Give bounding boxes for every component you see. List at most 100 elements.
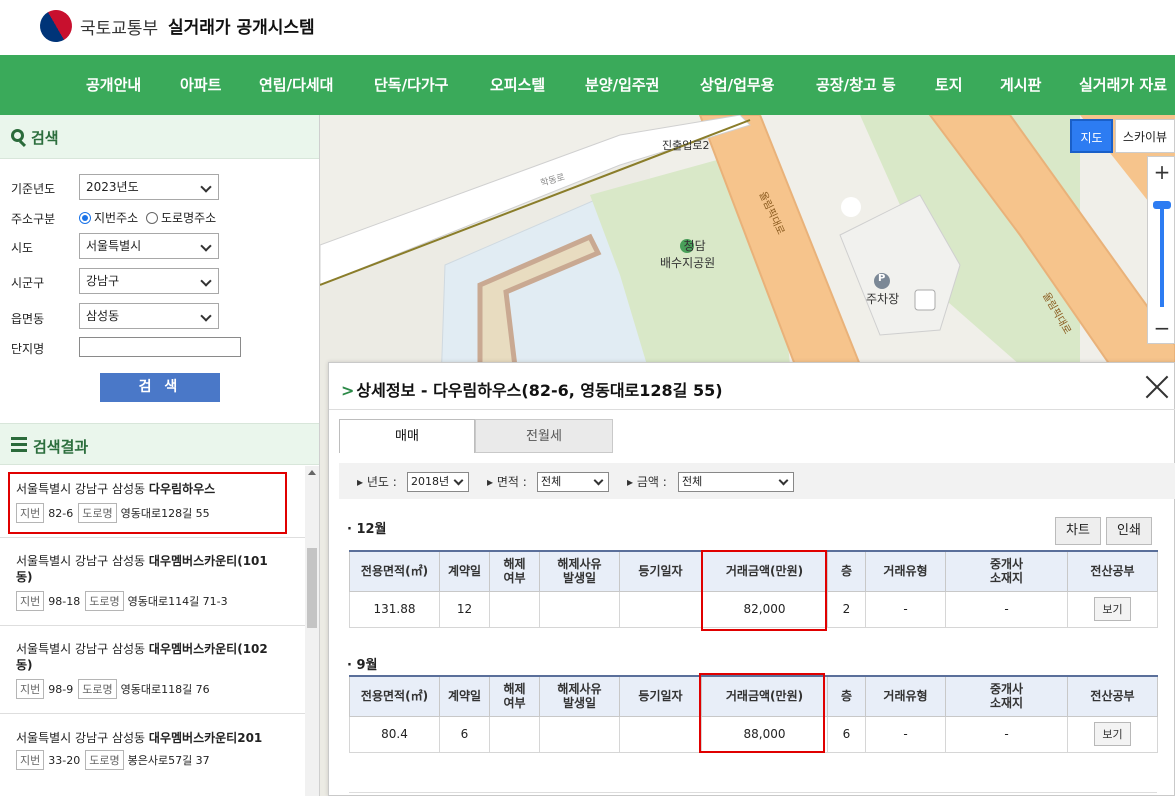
- view-doc-button[interactable]: 보기: [1094, 722, 1131, 746]
- dong-select[interactable]: 삼성동: [79, 303, 219, 329]
- col-cancel: 해제 여부: [489, 550, 540, 592]
- nav-item-officetel[interactable]: 오피스텔: [490, 55, 545, 115]
- search-button[interactable]: 검 색: [100, 373, 220, 402]
- nav-item-rowhouse[interactable]: 연립/다세대: [259, 55, 333, 115]
- zoom-out-button[interactable]: −: [1148, 315, 1175, 343]
- cell-day: 6: [439, 715, 490, 753]
- zoom-control: + −: [1147, 156, 1175, 344]
- col-area: 전용면적(㎡): [349, 675, 440, 717]
- sido-label: 시도: [11, 241, 34, 255]
- bottom-divider: [349, 792, 1157, 793]
- filter-bar: ▸ 년도 : 2018년 ▸ 면적 : 전체 ▸ 금액 : 전체: [339, 463, 1175, 499]
- col-reg-date: 등기일자: [619, 675, 702, 717]
- parking-icon: P: [878, 273, 886, 284]
- sigungu-label: 시군구: [11, 276, 45, 290]
- search-icon: [11, 129, 24, 142]
- filter-year-select[interactable]: 2018년: [407, 472, 469, 492]
- cell-doc: 보기: [1067, 715, 1158, 753]
- result-name-cont[interactable]: 동): [16, 658, 33, 672]
- year-select[interactable]: 2023년도: [79, 174, 219, 200]
- cell-cancel: [489, 715, 540, 753]
- col-day: 계약일: [439, 550, 490, 592]
- tab-sale[interactable]: 매매: [339, 419, 475, 453]
- nav-item-factory[interactable]: 공장/창고 등: [816, 55, 896, 115]
- tab-rent[interactable]: 전월세: [475, 419, 613, 453]
- list-item[interactable]: 서울특별시 강남구 삼성동 대우멤버스카운티(101 동) 지번 98-18 도로명…: [0, 538, 305, 626]
- scroll-up-icon[interactable]: [308, 470, 316, 475]
- sigungu-select[interactable]: 강남구: [79, 268, 219, 294]
- result-name-cont[interactable]: 동): [16, 570, 33, 584]
- cell-reg-date: [619, 715, 702, 753]
- zoom-slider-track[interactable]: [1160, 203, 1164, 307]
- addr-type-group: 지번주소 도로명주소: [79, 209, 216, 226]
- list-item[interactable]: 서울특별시 강남구 삼성동 대우멤버스카운티(102 동) 지번 98-9 도로명 영…: [0, 626, 305, 714]
- detail-panel: > 상세정보 - 다우림하우스(82-6, 영동대로128길 55) 매매 전월세…: [328, 362, 1175, 796]
- jibun-tag: 지번: [16, 679, 45, 699]
- col-cancel-date: 해제사유 발생일: [539, 550, 620, 592]
- chart-button[interactable]: 차트: [1055, 517, 1101, 545]
- cell-deal-type: -: [865, 590, 946, 628]
- highlight-box: [8, 472, 287, 534]
- col-floor: 층: [827, 550, 866, 592]
- complex-input[interactable]: [79, 337, 241, 357]
- road-radio[interactable]: [146, 212, 158, 224]
- result-name[interactable]: 대우멤버스카운티201: [149, 731, 262, 745]
- detail-title-prefix: 상세정보 -: [356, 381, 434, 400]
- result-region: 서울특별시 강남구 삼성동: [16, 554, 146, 568]
- zoom-slider-handle[interactable]: [1153, 201, 1171, 209]
- road-tag: 도로명: [85, 591, 124, 611]
- map-type-skyview-button[interactable]: 스카이뷰: [1115, 119, 1175, 153]
- results-scrollbar[interactable]: [305, 466, 319, 796]
- nav-item-presale[interactable]: 분양/입주권: [585, 55, 659, 115]
- detail-title: > 상세정보 - 다우림하우스(82-6, 영동대로128길 55): [341, 377, 723, 401]
- nav-item-commercial[interactable]: 상업/업무용: [700, 55, 774, 115]
- scrollbar-thumb[interactable]: [307, 548, 317, 628]
- result-name[interactable]: 대우멤버스카운티(101: [149, 554, 268, 568]
- jibun-tag: 지번: [16, 591, 45, 611]
- result-jibun: 98-9: [48, 683, 74, 696]
- top-header: 국토교통부 실거래가 공개시스템: [0, 0, 1175, 55]
- view-doc-button[interactable]: 보기: [1094, 597, 1131, 621]
- sido-select[interactable]: 서울특별시: [79, 233, 219, 259]
- zoom-in-button[interactable]: +: [1148, 159, 1175, 187]
- map-label-parking: 주차장: [866, 292, 900, 306]
- cell-cancel: [489, 590, 540, 628]
- road-radio-label[interactable]: 도로명주소: [161, 211, 216, 225]
- nav-item-board[interactable]: 게시판: [1000, 55, 1041, 115]
- detail-title-text: 다우림하우스(82-6, 영동대로128길 55): [433, 381, 723, 400]
- close-icon[interactable]: [1145, 375, 1169, 399]
- list-icon: [11, 437, 27, 453]
- jibun-radio-label[interactable]: 지번주소: [94, 211, 138, 225]
- nav-item-guide[interactable]: 공개안내: [86, 55, 141, 115]
- search-header: 검색: [0, 115, 319, 159]
- map-type-map-button[interactable]: 지도: [1070, 119, 1113, 153]
- nav-item-detached[interactable]: 단독/다가구: [374, 55, 448, 115]
- result-road: 영동대로114길 71-3: [127, 595, 228, 608]
- cell-agent: -: [945, 715, 1068, 753]
- government-emblem-icon[interactable]: [34, 4, 78, 48]
- cell-agent: -: [945, 590, 1068, 628]
- nav-item-apartment[interactable]: 아파트: [180, 55, 221, 115]
- cell-floor: 6: [827, 715, 866, 753]
- result-jibun: 98-18: [48, 595, 81, 608]
- print-button[interactable]: 인쇄: [1106, 517, 1152, 545]
- park-name-line1: 청담: [683, 239, 706, 253]
- filter-price-select[interactable]: 전체: [678, 472, 794, 492]
- nav-item-data[interactable]: 실거래가 자료: [1079, 55, 1167, 115]
- cell-area: 80.4: [349, 715, 440, 753]
- result-region: 서울특별시 강남구 삼성동: [16, 731, 146, 745]
- jibun-tag: 지번: [16, 750, 45, 770]
- col-cancel: 해제 여부: [489, 675, 540, 717]
- col-agent: 중개사 소재지: [945, 675, 1068, 717]
- system-name[interactable]: 실거래가 공개시스템: [168, 13, 315, 38]
- result-name[interactable]: 대우멤버스카운티(102: [149, 642, 268, 656]
- jibun-radio[interactable]: [79, 212, 91, 224]
- main-nav: 공개안내 아파트 연립/다세대 단독/다가구 오피스텔 분양/입주권 상업/업무…: [0, 55, 1175, 115]
- list-item[interactable]: 서울특별시 강남구 삼성동 대우멤버스카운티201 지번 33-20 도로명 봉은사로…: [0, 714, 305, 796]
- org-name[interactable]: 국토교통부: [80, 14, 158, 39]
- filter-area-select[interactable]: 전체: [537, 472, 609, 492]
- title-divider: [329, 409, 1175, 410]
- nav-item-land[interactable]: 토지: [935, 55, 963, 115]
- price-highlight-box: [701, 550, 827, 631]
- cell-day: 12: [439, 590, 490, 628]
